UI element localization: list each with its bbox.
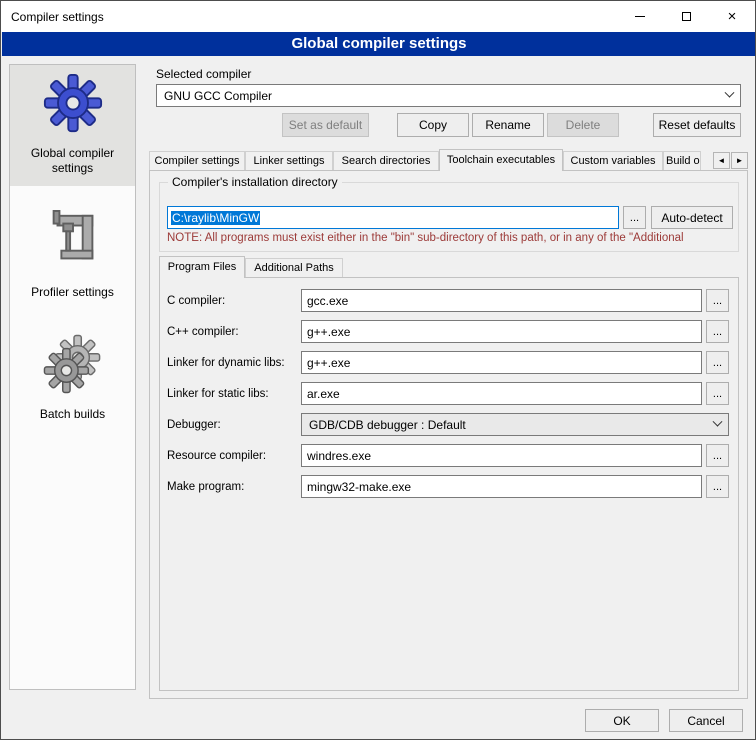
tab-compiler-settings[interactable]: Compiler settings	[149, 151, 245, 170]
minimize-icon	[635, 16, 645, 17]
sidebar-item-label: Batch builds	[40, 407, 105, 422]
maximize-icon	[682, 12, 691, 21]
compiler-settings-window: Compiler settings × Global compiler sett…	[0, 0, 756, 740]
chevron-down-icon	[725, 88, 735, 98]
tab-custom-variables[interactable]: Custom variables	[563, 151, 663, 170]
group-title: Compiler's installation directory	[168, 175, 342, 189]
sidebar-item-profiler-settings[interactable]: Profiler settings	[10, 202, 135, 310]
selected-compiler-label: Selected compiler	[156, 67, 251, 81]
cpp-compiler-input[interactable]	[301, 320, 702, 343]
auto-detect-button[interactable]: Auto-detect	[651, 206, 733, 229]
resource-compiler-input[interactable]	[301, 444, 702, 467]
sub-tab-strip: Program Files Additional Paths	[159, 256, 559, 278]
field-label: Linker for dynamic libs:	[167, 357, 301, 369]
gear-blue-icon	[43, 73, 103, 138]
browse-button[interactable]: ...	[706, 320, 729, 343]
cancel-button[interactable]: Cancel	[669, 709, 743, 732]
maximize-button[interactable]	[663, 1, 709, 32]
debugger-value: GDB/CDB debugger : Default	[309, 418, 466, 432]
main-tab-strip: Compiler settings Linker settings Search…	[149, 149, 711, 171]
dialog-header-title: Global compiler settings	[2, 32, 756, 56]
tab-toolchain-executables[interactable]: Toolchain executables	[439, 149, 563, 171]
reset-defaults-button[interactable]: Reset defaults	[653, 113, 741, 137]
form-row-make-program: Make program: ...	[167, 475, 729, 498]
gear-stack-icon	[43, 334, 103, 399]
browse-button[interactable]: ...	[706, 289, 729, 312]
tab-build-options[interactable]: Build options	[663, 151, 701, 170]
window-controls: ×	[617, 1, 755, 32]
clamp-tool-icon	[45, 210, 101, 277]
close-button[interactable]: ×	[709, 1, 755, 32]
arrow-left-icon: ◄	[718, 156, 726, 165]
chevron-down-icon	[713, 417, 723, 427]
settings-category-sidebar: Global compiler settings Profiler settin…	[9, 64, 136, 690]
tab-linker-settings[interactable]: Linker settings	[245, 151, 333, 170]
form-row-c-compiler: C compiler: ...	[167, 289, 729, 312]
field-label: Debugger:	[167, 419, 301, 431]
tab-scroll-left-button[interactable]: ◄	[713, 152, 730, 169]
form-row-debugger: Debugger: GDB/CDB debugger : Default	[167, 413, 729, 436]
note-text: NOTE: All programs must exist either in …	[167, 232, 735, 244]
tab-search-directories[interactable]: Search directories	[333, 151, 439, 170]
browse-directory-button[interactable]: ...	[623, 206, 646, 229]
window-title: Compiler settings	[1, 10, 104, 24]
debugger-dropdown[interactable]: GDB/CDB debugger : Default	[301, 413, 729, 436]
arrow-right-icon: ►	[736, 156, 744, 165]
title-bar: Compiler settings ×	[1, 1, 755, 32]
linker-static-input[interactable]	[301, 382, 702, 405]
rename-button[interactable]: Rename	[472, 113, 544, 137]
installation-directory-input[interactable]: C:\raylib\MinGW	[167, 206, 619, 229]
selected-compiler-dropdown[interactable]: GNU GCC Compiler	[156, 84, 741, 107]
tab-scroll-right-button[interactable]: ►	[731, 152, 748, 169]
browse-button[interactable]: ...	[706, 475, 729, 498]
copy-button[interactable]: Copy	[397, 113, 469, 137]
c-compiler-input[interactable]	[301, 289, 702, 312]
close-icon: ×	[728, 9, 737, 24]
browse-button[interactable]: ...	[706, 444, 729, 467]
sidebar-item-label: Profiler settings	[31, 285, 114, 300]
installation-directory-value: C:\raylib\MinGW	[171, 211, 260, 225]
browse-button[interactable]: ...	[706, 351, 729, 374]
field-label: Make program:	[167, 481, 301, 493]
field-label: C++ compiler:	[167, 326, 301, 338]
set-as-default-button[interactable]: Set as default	[282, 113, 369, 137]
field-label: Resource compiler:	[167, 450, 301, 462]
sidebar-item-label: Global compiler settings	[12, 146, 133, 176]
form-row-resource-compiler: Resource compiler: ...	[167, 444, 729, 467]
field-label: C compiler:	[167, 295, 301, 307]
browse-button[interactable]: ...	[706, 382, 729, 405]
tab-additional-paths[interactable]: Additional Paths	[245, 258, 343, 277]
form-row-linker-dynamic: Linker for dynamic libs: ...	[167, 351, 729, 374]
make-program-input[interactable]	[301, 475, 702, 498]
linker-dynamic-input[interactable]	[301, 351, 702, 374]
sidebar-item-batch-builds[interactable]: Batch builds	[10, 326, 135, 432]
field-label: Linker for static libs:	[167, 388, 301, 400]
form-row-linker-static: Linker for static libs: ...	[167, 382, 729, 405]
form-row-cpp-compiler: C++ compiler: ...	[167, 320, 729, 343]
sidebar-item-global-compiler-settings[interactable]: Global compiler settings	[10, 65, 135, 186]
selected-compiler-value: GNU GCC Compiler	[164, 89, 272, 103]
ok-button[interactable]: OK	[585, 709, 659, 732]
delete-button[interactable]: Delete	[547, 113, 619, 137]
minimize-button[interactable]	[617, 1, 663, 32]
tab-program-files[interactable]: Program Files	[159, 256, 245, 278]
